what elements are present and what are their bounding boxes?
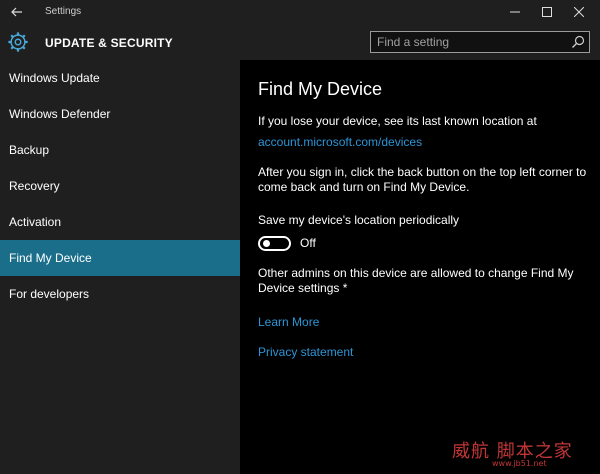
sidebar-item-find-my-device[interactable]: Find My Device — [0, 240, 240, 276]
section-title: UPDATE & SECURITY — [45, 36, 173, 50]
sidebar-item-recovery[interactable]: Recovery — [0, 168, 240, 204]
sidebar-item-label: Windows Update — [9, 71, 100, 85]
gear-icon — [8, 32, 28, 52]
search-icon[interactable] — [571, 35, 585, 49]
search-input[interactable] — [377, 33, 567, 51]
toggle-knob — [263, 240, 270, 247]
sidebar-item-label: Windows Defender — [9, 107, 111, 121]
sign-in-note: After you sign in, click the back button… — [258, 165, 587, 194]
sidebar-item-backup[interactable]: Backup — [0, 132, 240, 168]
admins-note: Other admins on this device are allowed … — [258, 266, 574, 295]
main-content: Find My Device If you lose your device, … — [240, 60, 600, 474]
maximize-button[interactable] — [534, 2, 560, 22]
sidebar-item-label: Recovery — [9, 179, 60, 193]
page-title: Find My Device — [258, 79, 383, 99]
toggle-state-label: Off — [300, 236, 316, 250]
intro-text: If you lose your device, see its last kn… — [258, 114, 537, 128]
sidebar-item-label: Find My Device — [9, 251, 92, 265]
privacy-statement-link[interactable]: Privacy statement — [258, 345, 353, 359]
sidebar-item-label: Backup — [9, 143, 50, 157]
maximize-icon — [542, 7, 552, 17]
toggle-label: Save my device's location periodically — [258, 213, 460, 227]
back-button[interactable] — [6, 2, 28, 22]
sidebar-item-for-developers[interactable]: For developers — [0, 276, 240, 312]
sidebar-item-label: For developers — [9, 287, 90, 301]
location-toggle[interactable] — [258, 236, 291, 251]
minimize-icon — [510, 11, 520, 13]
close-icon — [574, 7, 584, 17]
minimize-button[interactable] — [502, 2, 528, 22]
settings-header: UPDATE & SECURITY — [0, 24, 600, 60]
title-bar: Settings — [0, 0, 600, 24]
close-button[interactable] — [566, 2, 592, 22]
watermark-url: www.jb51.net — [492, 459, 547, 468]
window-title: Settings — [45, 6, 82, 17]
sidebar-item-activation[interactable]: Activation — [0, 204, 240, 240]
sidebar-item-label: Activation — [9, 215, 62, 229]
learn-more-link[interactable]: Learn More — [258, 315, 319, 329]
sidebar-item-windows-update[interactable]: Windows Update — [0, 60, 240, 96]
sidebar: Windows Update Windows Defender Backup R… — [0, 60, 240, 474]
search-box[interactable] — [370, 31, 590, 53]
sidebar-item-windows-defender[interactable]: Windows Defender — [0, 96, 240, 132]
account-devices-link[interactable]: account.microsoft.com/devices — [258, 135, 422, 149]
settings-window: Settings UPDATE & SECURITY Find a settin… — [0, 0, 600, 474]
back-arrow-icon — [11, 7, 22, 17]
